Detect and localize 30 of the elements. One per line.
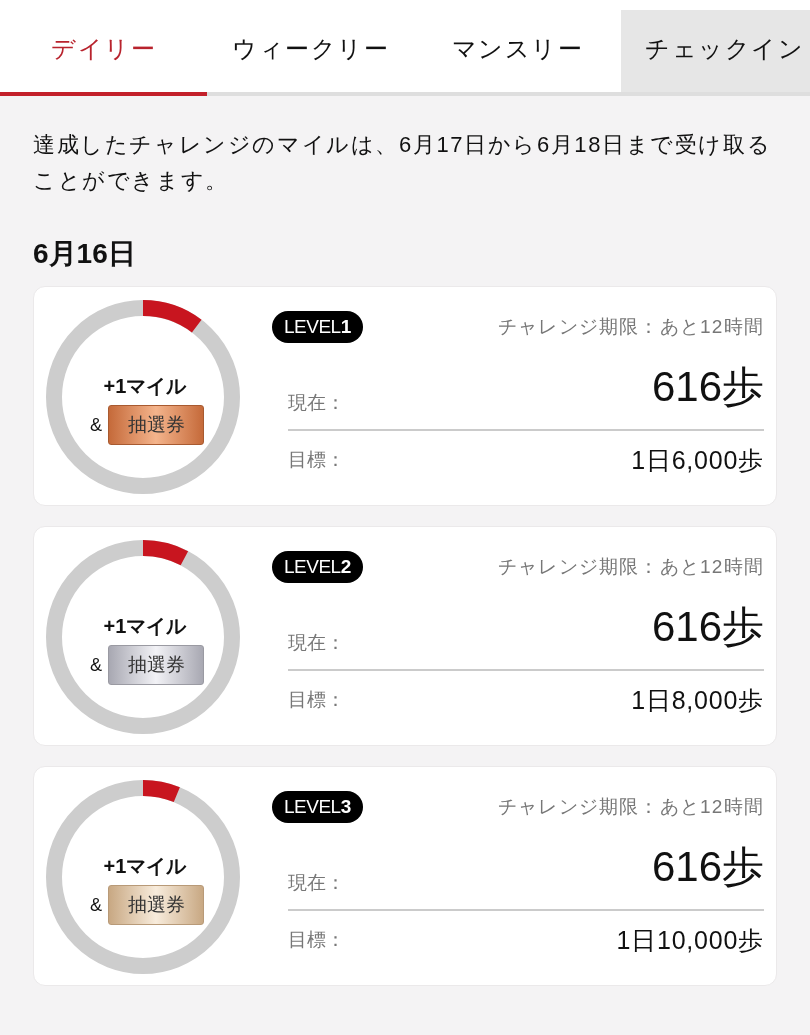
- lottery-ticket-tag: 抽選券: [108, 405, 204, 445]
- goal-steps: 1日10,000歩: [616, 925, 764, 955]
- current-label: 現在：: [288, 631, 345, 655]
- lottery-ticket-tag: 抽選券: [108, 885, 204, 925]
- level-badge: LEVEL2: [272, 551, 363, 583]
- ampersand-label: &: [90, 654, 102, 676]
- current-steps: 616歩: [651, 843, 764, 891]
- lottery-ticket-tag: 抽選券: [108, 645, 204, 685]
- current-label: 現在：: [288, 391, 345, 415]
- goal-label: 目標：: [288, 688, 345, 712]
- date-heading: 6月16日: [33, 237, 137, 271]
- goal-steps: 1日6,000歩: [631, 445, 764, 475]
- reward-text: +1マイル: [103, 374, 187, 399]
- level-badge: LEVEL1: [272, 311, 363, 343]
- ampersand-label: &: [90, 414, 102, 436]
- goal-label: 目標：: [288, 928, 345, 952]
- deadline-text: チャレンジ期限：あと12時間: [498, 555, 764, 579]
- deadline-text: チャレンジ期限：あと12時間: [498, 795, 764, 819]
- deadline-text: チャレンジ期限：あと12時間: [498, 315, 764, 339]
- current-steps: 616歩: [651, 603, 764, 651]
- level-badge: LEVEL3: [272, 791, 363, 823]
- current-steps: 616歩: [651, 363, 764, 411]
- ampersand-label: &: [90, 894, 102, 916]
- current-label: 現在：: [288, 871, 345, 895]
- reward-text: +1マイル: [103, 854, 187, 879]
- goal-steps: 1日8,000歩: [631, 685, 764, 715]
- reward-text: +1マイル: [103, 614, 187, 639]
- tab[interactable]: チェックイン: [621, 10, 810, 96]
- notice-text: 達成したチャレンジのマイルは、6月17日から6月18日まで受け取ることができます。: [33, 131, 773, 195]
- goal-label: 目標：: [288, 448, 345, 472]
